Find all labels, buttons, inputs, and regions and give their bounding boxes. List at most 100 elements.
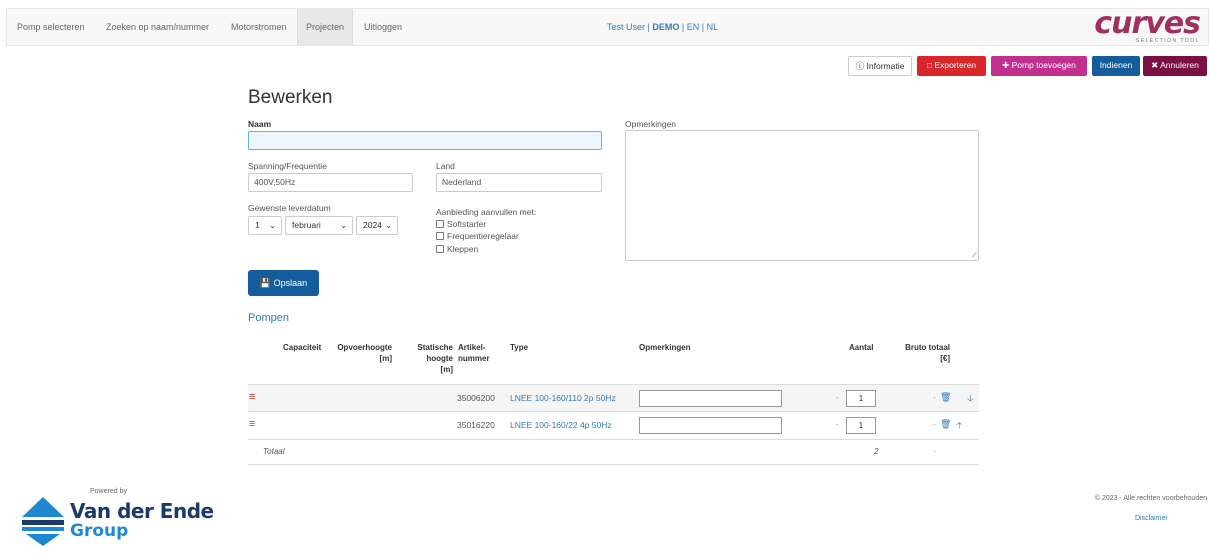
copyright: © 2023 - Alle rechten voorbehouden (1094, 495, 1207, 502)
day-select[interactable]: 1 ⌄ (248, 216, 282, 235)
brand-name-line2: Group (70, 521, 129, 541)
info-icon: ⓘ (855, 61, 865, 71)
user-name[interactable]: Test User (607, 22, 645, 32)
name-input[interactable] (248, 131, 602, 150)
month-select[interactable]: februari ⌄ (285, 216, 353, 235)
plus-icon: ✚ (1002, 60, 1010, 70)
th-static-line3: [m] (440, 365, 453, 374)
row1-type-link[interactable]: LNEE 100-160/110 2p 50Hz (510, 393, 616, 403)
th-type: Type (510, 343, 529, 352)
van-der-ende-logo-icon (22, 497, 64, 546)
lang-en[interactable]: EN (687, 22, 700, 32)
save-button[interactable]: 💾 Opslaan (248, 270, 319, 296)
year-value: 2024 (363, 220, 382, 230)
row2-type-link[interactable]: LNEE 100-160/22 4p 50Hz (510, 420, 612, 430)
trash-icon[interactable]: 🗑 (940, 392, 951, 403)
nav-pomp-selecteren[interactable]: Pomp selecteren (17, 9, 85, 45)
th-static-line2: hoogte (426, 354, 453, 363)
country-input[interactable]: Nederland (436, 173, 602, 192)
export-button[interactable]: □ Exporteren (917, 56, 986, 76)
year-select[interactable]: 2024 ⌄ (356, 216, 398, 235)
row2-article: 35016220 (457, 420, 495, 430)
info-label: Informatie (866, 61, 905, 71)
arrow-down-icon[interactable]: 🡣 (967, 391, 973, 407)
lang-nl[interactable]: NL (707, 22, 719, 32)
logo-word: curves (1094, 6, 1201, 41)
close-icon: ✖ (1151, 60, 1159, 70)
table-divider (248, 439, 979, 440)
row1-total: - (933, 393, 936, 402)
total-gross: - (933, 447, 936, 456)
table-divider (248, 411, 979, 412)
cancel-label: Annuleren (1160, 60, 1199, 70)
cancel-button[interactable]: ✖ Annuleren (1143, 56, 1207, 76)
th-capacity: Capaciteit (283, 343, 322, 352)
info-button[interactable]: ⓘ Informatie (848, 56, 912, 76)
separator: | (701, 22, 705, 32)
nav-uitloggen[interactable]: Uitloggen (364, 9, 402, 45)
th-article: Artikel- nummer (458, 342, 490, 364)
logo-subtitle: SELECTION TOOL (1135, 38, 1200, 44)
brand-name-line1: Van der Ende (70, 499, 214, 523)
pumps-section-title: Pompen (248, 312, 289, 324)
add-pump-label: Pomp toevoegen (1011, 60, 1076, 70)
row2-remarks-input[interactable] (639, 417, 782, 434)
separator: | (681, 22, 685, 32)
row1-qty-dash: - (836, 393, 839, 402)
total-label: Totaal (263, 447, 285, 456)
th-static-line1: Statische (417, 343, 453, 352)
th-article-line2: nummer (458, 354, 490, 363)
add-pump-button[interactable]: ✚ Pomp toevoegen (991, 56, 1087, 76)
chevron-down-icon: ⌄ (269, 221, 276, 230)
frequentieregelaar-checkbox[interactable]: Frequentieregelaar (436, 231, 519, 241)
demo-label[interactable]: DEMO (652, 22, 679, 32)
nav-zoeken[interactable]: Zoeken op naam/nummer (106, 9, 209, 45)
remarks-textarea[interactable]: ∕∕ (625, 130, 979, 261)
disclaimer-link[interactable]: Disclaimer (1135, 515, 1168, 522)
softstarter-label: Softstarter (447, 219, 487, 229)
total-qty: 2 (874, 447, 879, 456)
nav-projecten[interactable]: Projecten (297, 9, 354, 45)
drag-handle-icon[interactable]: ≡ (249, 392, 255, 403)
separator: | (647, 22, 650, 32)
chevron-down-icon: ⌄ (385, 221, 392, 230)
month-value: februari (292, 220, 321, 230)
kleppen-checkbox[interactable]: Kleppen (436, 244, 478, 254)
day-value: 1 (255, 220, 260, 230)
kleppen-label: Kleppen (447, 244, 479, 254)
pdf-icon: □ (926, 60, 933, 70)
page-title: Bewerken (248, 87, 333, 108)
remarks-label: Opmerkingen (625, 119, 677, 129)
save-label: Opslaan (273, 278, 308, 288)
export-label: Exporteren (934, 60, 977, 70)
trash-icon[interactable]: 🗑 (940, 419, 951, 430)
row1-remarks-input[interactable] (639, 390, 782, 407)
softstarter-checkbox[interactable]: Softstarter (436, 219, 486, 229)
curves-logo: curves SELECTION TOOL (1092, 9, 1202, 45)
th-gross: Bruto totaal [€] (886, 342, 950, 364)
row1-qty-input[interactable]: 1 (846, 390, 876, 407)
voltage-input[interactable]: 400V,50Hz (248, 173, 413, 192)
top-navbar: Pomp selecteren Zoeken op naam/nummer Mo… (6, 8, 1209, 46)
th-gross-line1: Bruto totaal (905, 343, 950, 352)
frequentieregelaar-label: Frequentieregelaar (447, 231, 519, 241)
row2-qty-dash: - (836, 420, 839, 429)
table-divider (248, 464, 979, 465)
resize-grip-icon[interactable]: ∕∕ (974, 252, 976, 259)
voltage-label: Spanning/Frequentie (248, 161, 327, 171)
submit-button[interactable]: Indienen (1092, 56, 1140, 76)
row2-total: - (933, 420, 936, 429)
arrow-up-icon[interactable]: 🡡 (956, 418, 962, 434)
nav-motorstromen[interactable]: Motorstromen (231, 9, 287, 45)
powered-by-label: Powered by (90, 488, 127, 495)
drag-handle-icon[interactable]: ≡ (249, 419, 255, 430)
row2-qty-input[interactable]: 1 (846, 417, 876, 434)
delivery-date-label: Gewenste leverdatum (248, 203, 331, 213)
th-static-head: Statische hoogte [m] (410, 342, 453, 375)
th-article-line1: Artikel- (458, 343, 486, 352)
row1-article: 35006200 (457, 393, 495, 403)
th-head-line1: Opvoerhoogte (337, 343, 392, 352)
th-qty: Aantal (849, 343, 874, 352)
th-head-line2: [m] (379, 354, 392, 363)
user-info: Test User | DEMO | EN | NL (607, 9, 718, 45)
